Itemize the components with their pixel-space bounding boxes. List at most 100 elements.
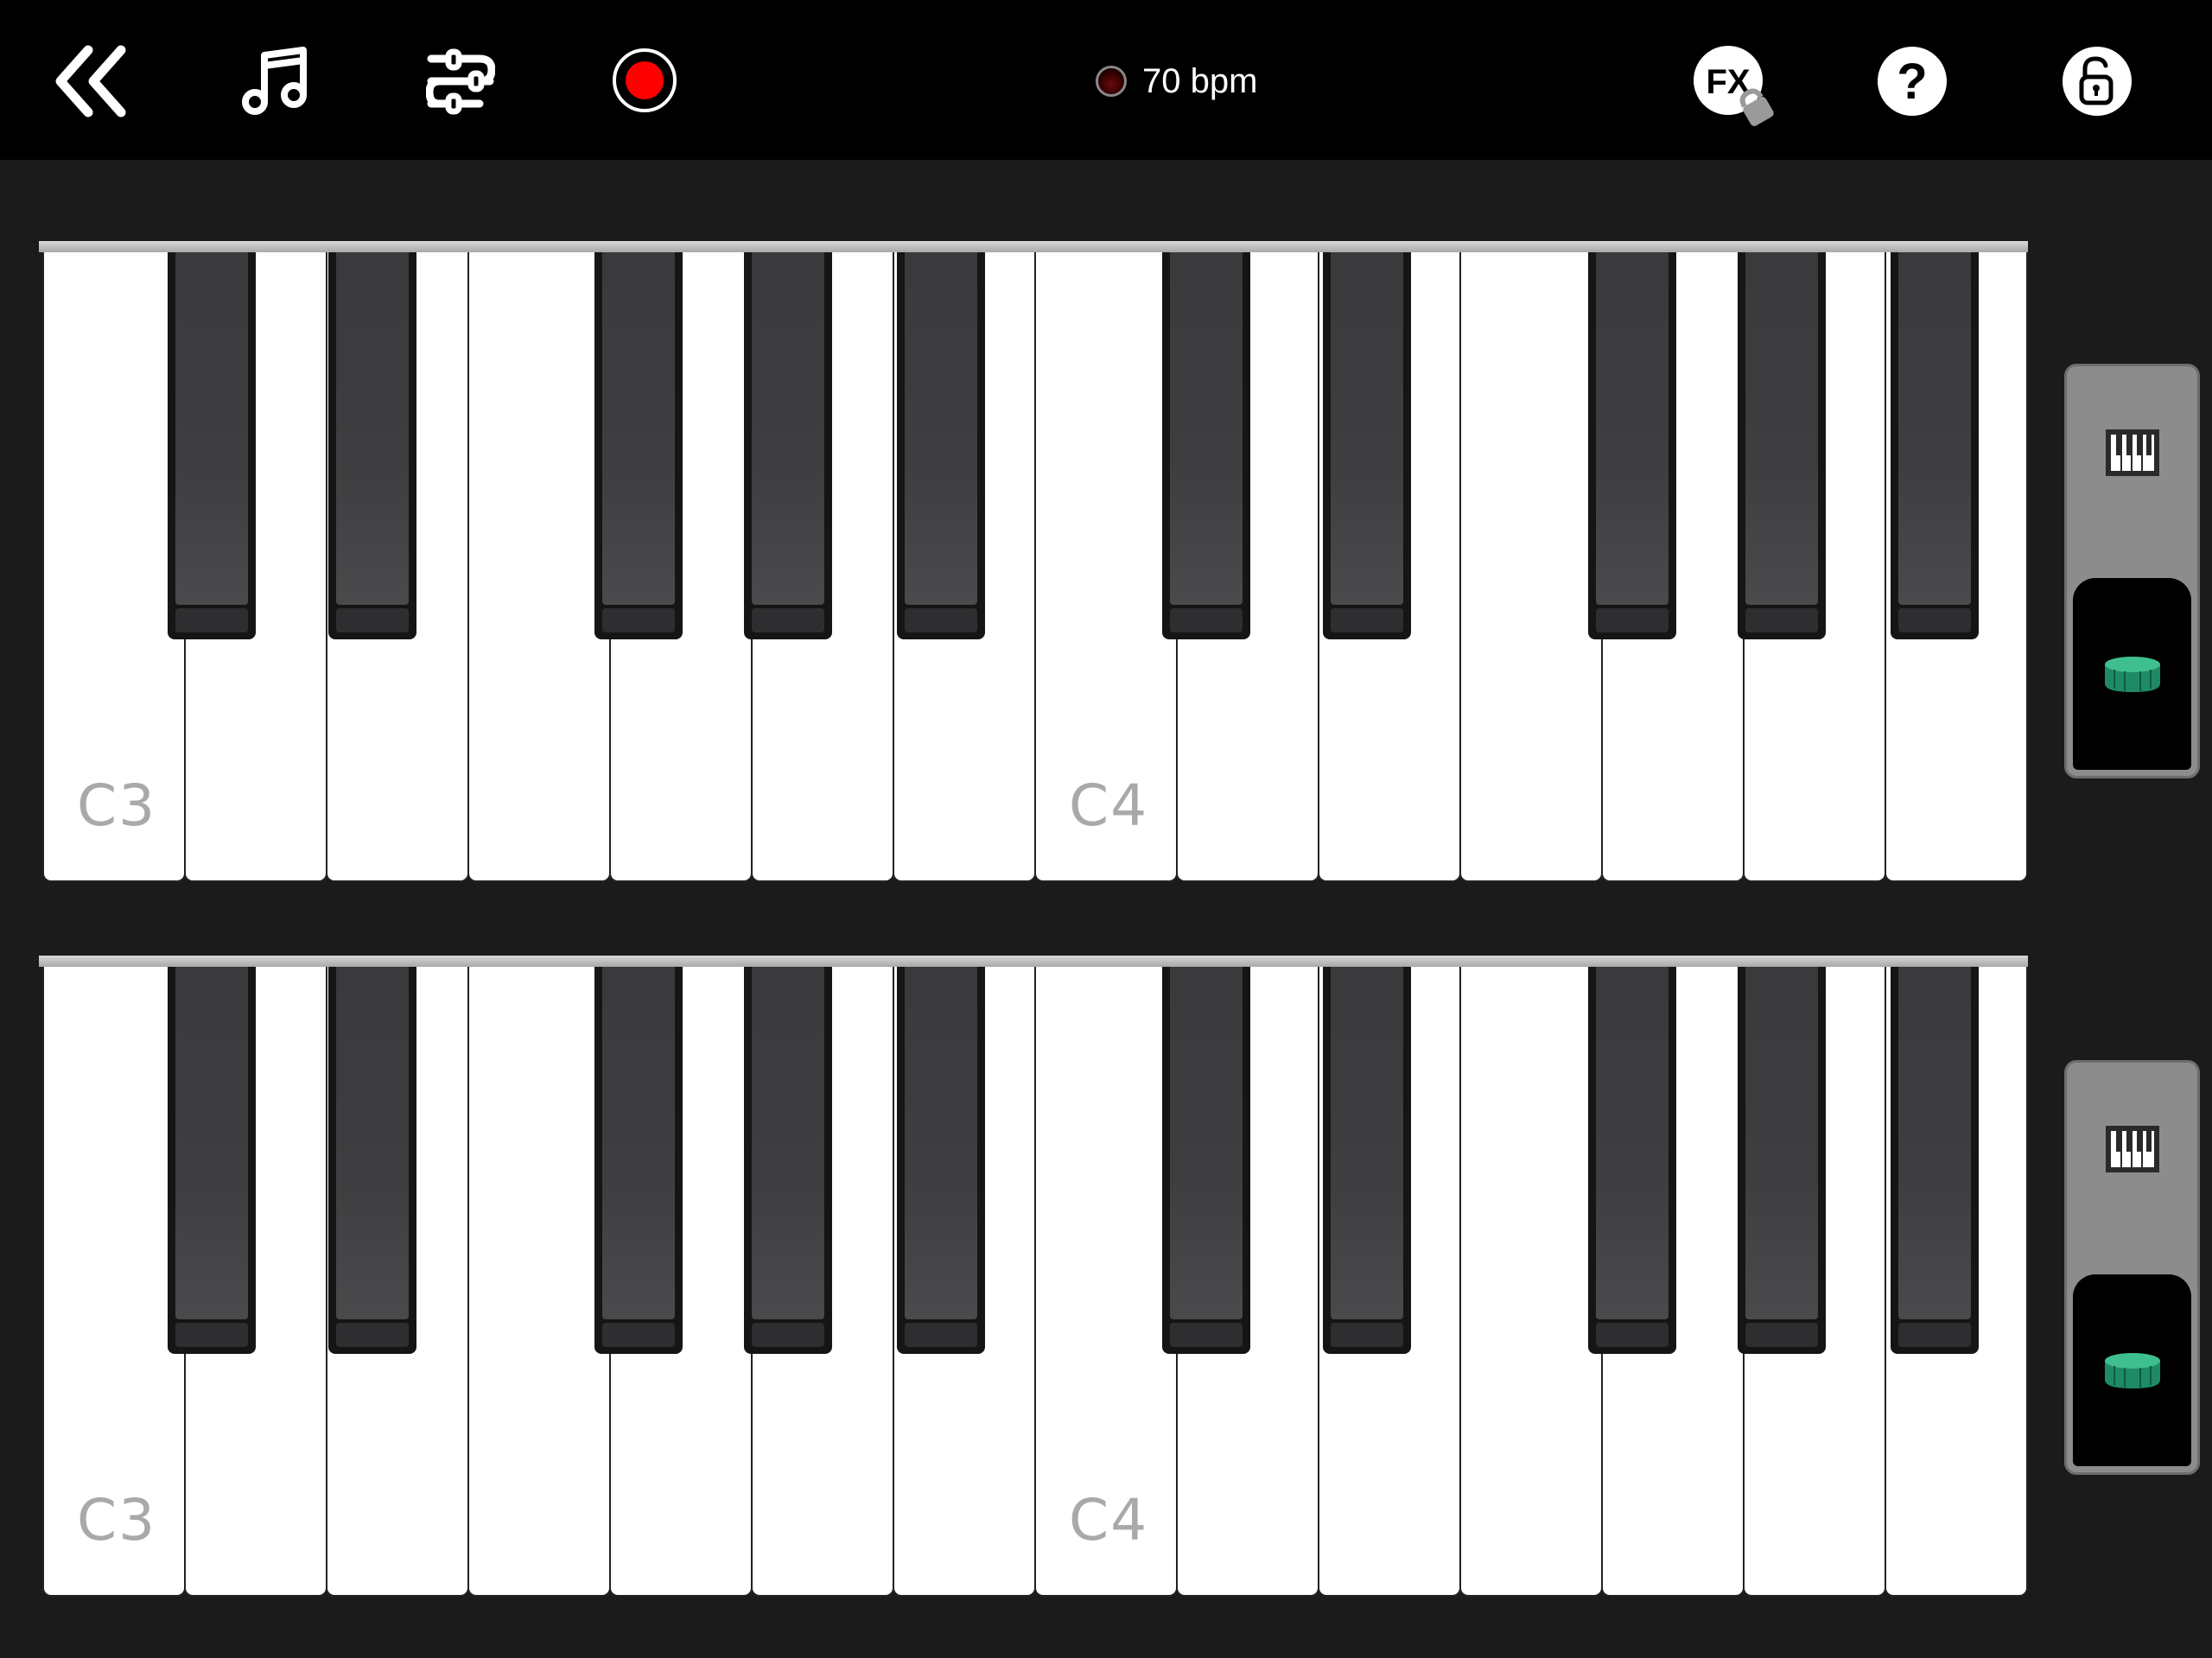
black-key-tip <box>1170 608 1243 632</box>
black-key-d-sharp4[interactable] <box>1323 252 1411 639</box>
double-chevron-left-icon <box>55 45 126 118</box>
black-key-d-sharp3[interactable] <box>328 967 416 1354</box>
black-key-body <box>1170 252 1243 605</box>
drum-mode-button[interactable] <box>2073 1274 2191 1466</box>
white-key-f3[interactable] <box>467 252 611 882</box>
question-icon: ? <box>1878 47 1947 116</box>
black-key-c-sharp3[interactable] <box>168 967 256 1354</box>
record-icon <box>613 48 677 112</box>
top-toolbar: 70 bpm FX ? <box>0 0 2212 160</box>
black-key-a-sharp3[interactable] <box>897 967 985 1354</box>
white-key-c3[interactable]: C3 <box>42 967 186 1597</box>
music-note-icon <box>242 47 307 115</box>
note-label-c4: C4 <box>1069 772 1149 839</box>
note-label-c3: C3 <box>77 772 157 839</box>
back-button[interactable] <box>52 43 131 119</box>
unlock-icon <box>2063 47 2132 116</box>
drum-icon <box>2104 657 2160 692</box>
black-key-body <box>1170 967 1243 1319</box>
record-button[interactable] <box>612 48 677 113</box>
black-key-tip <box>1745 1323 1818 1347</box>
white-key-c4[interactable]: C4 <box>1034 967 1178 1597</box>
black-key-a-sharp3[interactable] <box>897 252 985 639</box>
piano-icon <box>2105 429 2159 476</box>
lock-button[interactable] <box>2061 45 2133 118</box>
black-key-body <box>1898 252 1971 605</box>
black-key-a-sharp4[interactable] <box>1891 967 1979 1354</box>
metronome-tempo[interactable]: 70 bpm <box>1096 58 1257 105</box>
black-key-f-sharp3[interactable] <box>594 252 683 639</box>
piano-icon <box>2105 1126 2159 1172</box>
black-key-body <box>1331 967 1403 1319</box>
black-key-body <box>336 252 409 605</box>
black-key-tip <box>175 608 248 632</box>
black-key-body <box>175 252 248 605</box>
black-key-g-sharp3[interactable] <box>744 252 832 639</box>
black-key-g-sharp4[interactable] <box>1738 252 1826 639</box>
black-key-g-sharp3[interactable] <box>744 967 832 1354</box>
help-button[interactable]: ? <box>1876 45 1948 118</box>
black-key-body <box>336 967 409 1319</box>
black-key-d-sharp4[interactable] <box>1323 967 1411 1354</box>
black-key-c-sharp3[interactable] <box>168 252 256 639</box>
black-key-f-sharp3[interactable] <box>594 967 683 1354</box>
black-key-tip <box>336 608 409 632</box>
drum-icon <box>2104 1353 2160 1388</box>
black-key-a-sharp4[interactable] <box>1891 252 1979 639</box>
black-key-tip <box>1331 1323 1403 1347</box>
black-key-body <box>752 967 824 1319</box>
black-key-tip <box>752 1323 824 1347</box>
fx-locked-icon: FX <box>1694 46 1774 126</box>
black-key-body <box>1745 252 1818 605</box>
black-key-body <box>752 252 824 605</box>
black-key-body <box>602 967 675 1319</box>
fx-button[interactable]: FX <box>1692 43 1778 133</box>
black-key-body <box>905 967 977 1319</box>
black-key-f-sharp4[interactable] <box>1588 252 1676 639</box>
black-key-body <box>602 252 675 605</box>
metronome-indicator <box>1096 66 1127 97</box>
black-key-tip <box>905 1323 977 1347</box>
black-key-tip <box>175 1323 248 1347</box>
black-key-d-sharp3[interactable] <box>328 252 416 639</box>
black-key-body <box>1745 967 1818 1319</box>
white-key-f4[interactable] <box>1459 252 1603 882</box>
black-key-tip <box>1331 608 1403 632</box>
black-key-tip <box>1898 1323 1971 1347</box>
black-key-tip <box>905 608 977 632</box>
svg-text:?: ? <box>1897 54 1927 110</box>
white-key-f3[interactable] <box>467 967 611 1597</box>
black-key-tip <box>1596 1323 1669 1347</box>
black-key-tip <box>1170 1323 1243 1347</box>
black-key-body <box>175 967 248 1319</box>
black-key-body <box>1898 967 1971 1319</box>
piano-mode-button[interactable] <box>2067 1115 2197 1184</box>
black-key-tip <box>752 608 824 632</box>
keyboard-rail <box>39 956 2028 967</box>
black-key-body <box>1596 252 1669 605</box>
drum-mode-button[interactable] <box>2073 578 2191 770</box>
white-key-c4[interactable]: C4 <box>1034 252 1178 882</box>
lower-mode-switcher <box>2064 1060 2200 1475</box>
note-label-c3: C3 <box>77 1487 157 1553</box>
black-key-f-sharp4[interactable] <box>1588 967 1676 1354</box>
black-key-g-sharp4[interactable] <box>1738 967 1826 1354</box>
sliders-icon <box>426 48 495 115</box>
black-key-tip <box>336 1323 409 1347</box>
black-key-c-sharp4[interactable] <box>1162 967 1250 1354</box>
keyboard-rail <box>39 241 2028 252</box>
white-key-c3[interactable]: C3 <box>42 252 186 882</box>
tempo-label: 70 bpm <box>1142 61 1258 100</box>
black-key-tip <box>1745 608 1818 632</box>
black-key-tip <box>602 608 675 632</box>
black-key-c-sharp4[interactable] <box>1162 252 1250 639</box>
white-key-f4[interactable] <box>1459 967 1603 1597</box>
black-key-tip <box>1596 608 1669 632</box>
lower-keyboard: C3 C4 <box>39 956 2028 1604</box>
songs-button[interactable] <box>240 47 311 116</box>
piano-mode-button[interactable] <box>2067 418 2197 487</box>
black-key-body <box>1331 252 1403 605</box>
upper-keyboard: C3 C4 <box>39 241 2028 889</box>
black-key-body <box>1596 967 1669 1319</box>
settings-button[interactable] <box>426 47 495 116</box>
